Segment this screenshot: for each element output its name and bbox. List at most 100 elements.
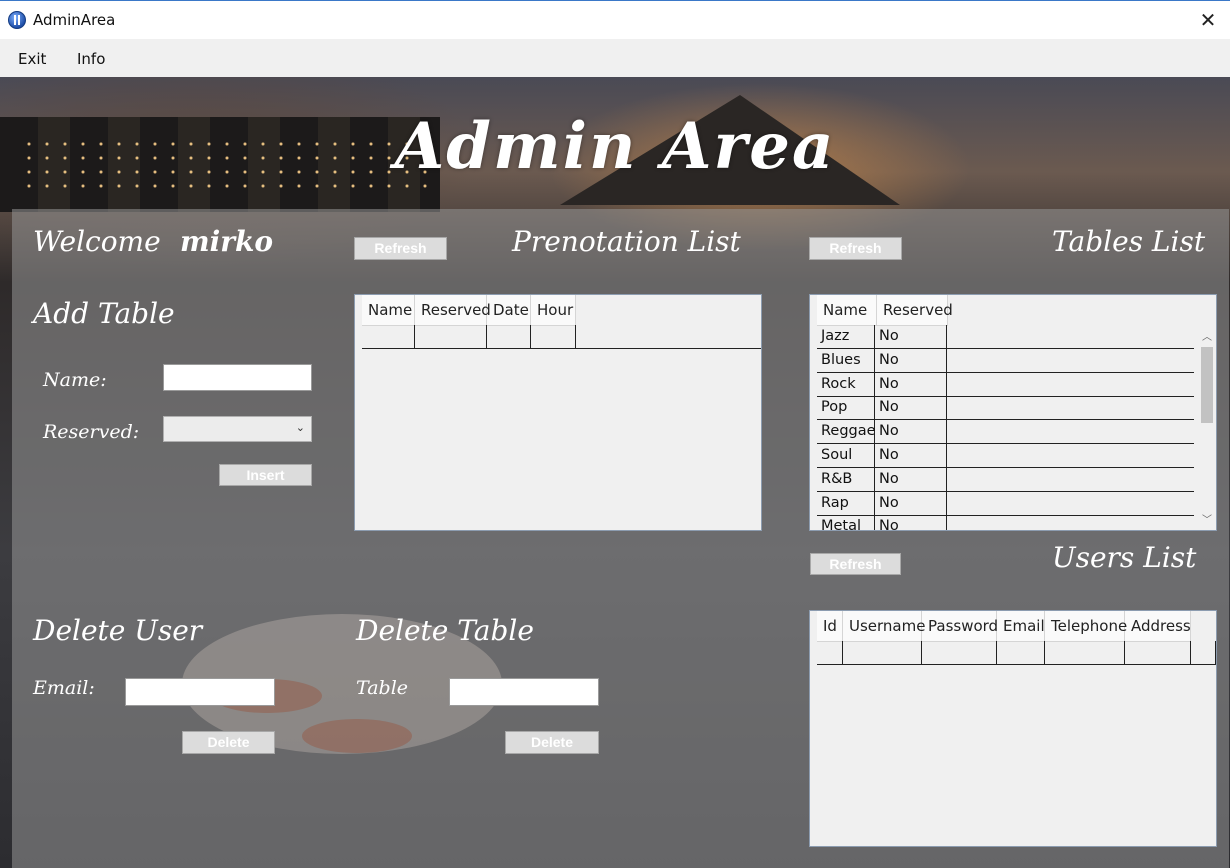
welcome-label: Welcome [33,225,161,258]
table-row[interactable]: Pop No [817,396,1194,421]
table-cell[interactable] [487,325,531,348]
menu-bar: Exit Info [0,39,1230,77]
prenotation-grid[interactable]: Name Reserved Date Hour [354,294,762,531]
prenotation-refresh-button[interactable]: Refresh [354,237,447,260]
add-table-heading: Add Table [33,297,175,330]
welcome-username: mirko [180,225,274,258]
column-header-hour[interactable]: Hour [531,295,576,325]
table-cell[interactable] [415,325,487,348]
table-row[interactable]: Soul No [817,444,1194,468]
name-label: Name: [43,369,107,391]
scroll-down-icon[interactable]: ﹀ [1199,511,1215,526]
table-cell[interactable] [1045,641,1125,664]
table-cell-filler [1191,641,1216,664]
reserved-select[interactable]: ⌄ [163,416,312,442]
table-cell-name[interactable]: Soul [817,444,875,467]
table-cell[interactable] [362,325,415,348]
table-row[interactable]: R&B No [817,467,1194,492]
table-cell-filler [576,325,761,348]
tables-refresh-button[interactable]: Refresh [809,237,902,260]
table-row[interactable]: Reggae No [817,420,1194,445]
tables-grid-header: Name Reserved [817,295,953,326]
delete-table-input[interactable] [449,678,599,706]
tables-scrollbar[interactable]: ︿ ﹀ [1199,325,1215,529]
table-cell-reserved[interactable]: No [875,444,947,467]
table-cell-filler [947,468,1194,491]
table-row[interactable]: Blues No [817,348,1194,373]
table-cell-reserved[interactable]: No [875,372,947,396]
tables-grid[interactable]: Name Reserved Jazz No Blues No Rock No Pop No Re… [809,294,1217,531]
table-cell-reserved[interactable]: No [875,491,947,515]
column-header-email[interactable]: Email [997,611,1045,641]
prenotation-list-heading: Prenotation List [512,225,741,258]
chevron-down-icon: ⌄ [295,422,305,434]
table-cell-name[interactable]: Metal [817,515,875,530]
table-cell[interactable] [531,325,576,348]
table-cell-reserved[interactable]: No [875,325,947,348]
insert-button[interactable]: Insert [219,464,312,486]
scroll-thumb[interactable] [1201,347,1213,423]
table-cell-filler [947,325,1194,348]
delete-user-email-input[interactable] [125,678,275,706]
table-cell-name[interactable]: Blues [817,348,875,372]
tables-list-heading: Tables List [1052,225,1206,258]
table-name-input[interactable] [163,364,312,391]
table-cell[interactable] [997,641,1045,664]
table-cell-name[interactable]: Jazz [817,325,875,348]
users-list-heading: Users List [1052,541,1197,574]
table-cell-filler [947,349,1194,372]
delete-table-heading: Delete Table [356,614,534,647]
table-row[interactable] [817,641,1216,665]
delete-user-heading: Delete User [33,614,203,647]
table-cell-reserved[interactable]: No [875,420,947,444]
menu-info[interactable]: Info [77,50,105,68]
column-header-name[interactable]: Name [817,295,877,325]
table-cell-name[interactable]: Pop [817,396,875,420]
column-header-username[interactable]: Username [843,611,925,641]
column-header-password[interactable]: Password [922,611,998,641]
users-grid-header: Id Username Password Email Telephone Add… [817,611,1191,642]
table-row[interactable]: Metal No [817,515,1194,530]
scroll-up-icon[interactable]: ︿ [1199,328,1215,343]
table-cell-filler [947,492,1194,515]
table-cell-name[interactable]: Reggae [817,420,876,444]
table-cell-filler [947,396,1194,419]
delete-table-button[interactable]: Delete [505,731,599,754]
table-cell-reserved[interactable]: No [875,348,947,372]
table-cell-reserved[interactable]: No [875,396,947,420]
column-header-date[interactable]: Date [487,295,531,325]
table-cell[interactable] [922,641,997,664]
table-cell-name[interactable]: R&B [817,467,875,491]
table-cell-name[interactable]: Rock [817,372,875,396]
table-cell-reserved[interactable]: No [875,515,947,530]
table-cell-name[interactable]: Rap [817,491,875,515]
table-row[interactable]: Jazz No [817,325,1194,349]
delete-user-button[interactable]: Delete [182,731,275,754]
table-cell-reserved[interactable]: No [875,467,947,491]
users-grid[interactable]: Id Username Password Email Telephone Add… [809,610,1217,847]
table-row[interactable]: Rock No [817,372,1194,397]
table-cell-filler [947,444,1194,467]
column-header-address[interactable]: Address [1125,611,1191,641]
reserved-label: Reserved: [43,421,140,443]
prenotation-grid-header: Name Reserved Date Hour [362,295,576,326]
table-row[interactable] [362,325,761,349]
column-header-telephone[interactable]: Telephone [1045,611,1127,641]
column-header-name[interactable]: Name [362,295,415,325]
table-cell[interactable] [817,641,843,664]
table-cell-filler [947,420,1194,443]
table-cell[interactable] [843,641,922,664]
table-cell[interactable] [1125,641,1191,664]
column-header-reserved[interactable]: Reserved [877,295,953,325]
table-cell-filler [947,373,1194,396]
table-cell-filler [947,515,1194,530]
menu-exit[interactable]: Exit [18,50,46,68]
column-header-id[interactable]: Id [817,611,843,641]
email-label: Email: [33,677,95,699]
table-row[interactable]: Rap No [817,491,1194,516]
app-icon [8,11,26,29]
users-refresh-button[interactable]: Refresh [810,553,901,575]
close-button[interactable]: ✕ [1186,1,1230,39]
column-header-reserved[interactable]: Reserved [415,295,491,325]
admin-canvas: Admin Area Welcome mirko Add Table Name:… [0,77,1230,868]
